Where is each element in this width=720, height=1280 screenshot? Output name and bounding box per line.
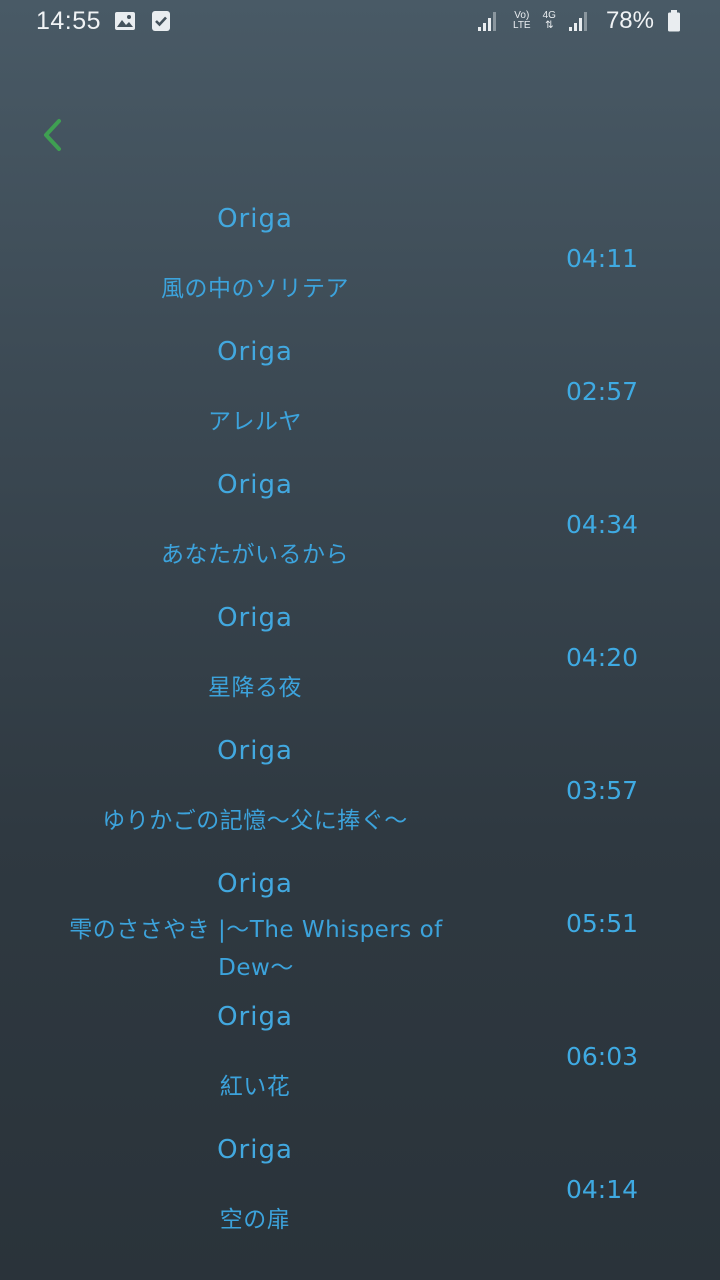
status-right: Vo) LTE 4G ⇅ 78% bbox=[477, 7, 690, 35]
chevron-left-icon bbox=[38, 115, 66, 159]
track-row[interactable]: Origa アレルヤ 02:57 bbox=[0, 331, 720, 464]
track-title: 雫のささやき |〜The Whispers of Dew〜 bbox=[69, 917, 443, 981]
track-artist: Origa bbox=[217, 869, 293, 899]
signal-icon bbox=[477, 9, 501, 33]
track-title: アレルヤ bbox=[208, 409, 302, 435]
track-duration: 04:14 bbox=[565, 1175, 639, 1204]
track-duration: 03:57 bbox=[565, 776, 639, 805]
track-duration: 02:57 bbox=[565, 377, 639, 406]
battery-percentage: 78% bbox=[605, 7, 654, 34]
track-artist: Origa bbox=[217, 736, 293, 766]
back-button[interactable] bbox=[32, 112, 72, 162]
track-row[interactable]: Origa あなたがいるから 04:34 bbox=[0, 464, 720, 597]
track-artist: Origa bbox=[217, 470, 293, 500]
track-title: 紅い花 bbox=[219, 1074, 291, 1100]
signal-icon-secondary bbox=[568, 9, 592, 33]
status-bar: 14:55 Vo) LTE 4G ⇅ 78% bbox=[0, 0, 720, 42]
track-duration: 04:11 bbox=[565, 244, 639, 273]
track-row[interactable]: Origa ゆりかごの記憶〜父に捧ぐ〜 03:57 bbox=[0, 730, 720, 863]
track-row[interactable]: Origa 空の扉 04:14 bbox=[0, 1129, 720, 1262]
track-list: Origa 風の中のソリテア 04:11 Origa アレルヤ 02:57 Or… bbox=[0, 198, 720, 1262]
status-left: 14:55 bbox=[36, 7, 173, 36]
track-title: 空の扉 bbox=[219, 1207, 291, 1233]
track-artist: Origa bbox=[217, 204, 293, 234]
image-icon bbox=[113, 9, 137, 33]
track-row[interactable]: Origa 風の中のソリテア 04:11 bbox=[0, 198, 720, 331]
volte-bottom-label: LTE bbox=[513, 20, 531, 31]
track-row[interactable]: Origa 紅い花 06:03 bbox=[0, 996, 720, 1129]
data-arrows-icon: ⇅ bbox=[545, 20, 554, 31]
track-row[interactable]: Origa 星降る夜 04:20 bbox=[0, 597, 720, 730]
track-duration: 05:51 bbox=[565, 909, 639, 938]
track-title: 星降る夜 bbox=[208, 675, 302, 701]
network-indicator: 4G ⇅ bbox=[543, 11, 556, 31]
track-duration: 04:34 bbox=[565, 510, 639, 539]
battery-icon bbox=[666, 9, 690, 33]
track-artist: Origa bbox=[217, 603, 293, 633]
track-duration: 04:20 bbox=[565, 643, 639, 672]
track-title: 風の中のソリテア bbox=[161, 276, 349, 302]
track-title: ゆりかごの記憶〜父に捧ぐ〜 bbox=[102, 808, 408, 834]
track-duration: 06:03 bbox=[565, 1042, 639, 1071]
checkbox-icon bbox=[149, 9, 173, 33]
track-row[interactable]: Origa 雫のささやき |〜The Whispers of Dew〜 05:5… bbox=[0, 863, 720, 996]
track-artist: Origa bbox=[217, 1135, 293, 1165]
status-time: 14:55 bbox=[36, 6, 102, 35]
track-artist: Origa bbox=[217, 337, 293, 367]
volte-indicator: Vo) LTE bbox=[513, 11, 531, 31]
track-title: あなたがいるから bbox=[161, 542, 349, 568]
track-artist: Origa bbox=[217, 1002, 293, 1032]
